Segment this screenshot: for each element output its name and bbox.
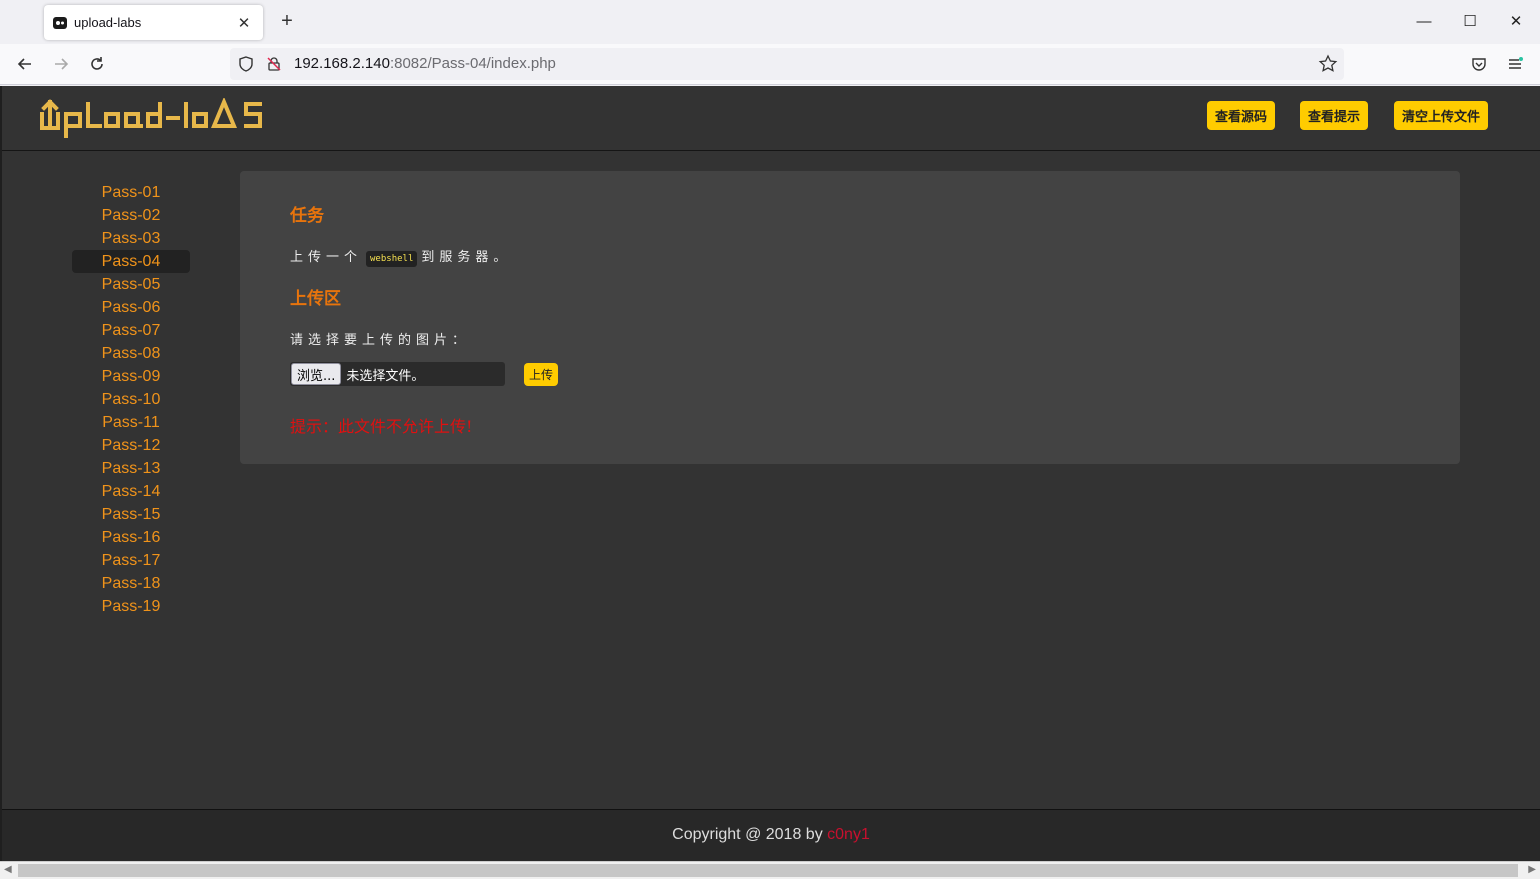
upload-prompt: 请选择要上传的图片：	[290, 333, 471, 348]
tracking-shield-icon[interactable]	[238, 56, 254, 77]
sidebar-item-pass-17[interactable]: Pass-17	[72, 549, 190, 572]
sidebar-item-pass-01[interactable]: Pass-01	[72, 181, 190, 204]
task-panel: 任务 上传一个 webshell 到服务器。 上传区 请选择要上传的图片： 浏览..…	[240, 171, 1460, 464]
clear-uploads-button[interactable]: 清空上传文件	[1394, 101, 1489, 130]
error-hint: 提示：此文件不允许上传!	[290, 417, 473, 436]
upload-area-title: 上传区	[290, 289, 341, 309]
author-link[interactable]: c0ny1	[827, 826, 870, 843]
site-footer: Copyright @ 2018 by c0ny1	[2, 809, 1540, 861]
window-close-button[interactable]: ✕	[1504, 10, 1528, 34]
sidebar-item-pass-10[interactable]: Pass-10	[72, 388, 190, 411]
url-path: :8082/Pass-04/index.php	[389, 55, 556, 72]
pass-sidebar: Pass-01 Pass-02 Pass-03 Pass-04 Pass-05 …	[72, 181, 190, 618]
browser-tab-bar: upload-labs ✕ + — ☐ ✕	[0, 0, 1540, 44]
browser-nav-bar: 192.168.2.140:8082/Pass-04/index.php	[0, 44, 1540, 85]
pocket-icon[interactable]	[1467, 52, 1491, 76]
minimize-button[interactable]: —	[1412, 10, 1436, 34]
sidebar-item-pass-06[interactable]: Pass-06	[72, 296, 190, 319]
address-bar[interactable]: 192.168.2.140:8082/Pass-04/index.php	[230, 48, 1344, 80]
back-arrow-icon[interactable]	[13, 52, 37, 76]
sidebar-item-pass-15[interactable]: Pass-15	[72, 503, 190, 526]
sidebar-item-pass-04[interactable]: Pass-04	[72, 250, 190, 273]
view-hint-button[interactable]: 查看提示	[1300, 101, 1369, 130]
sidebar-item-pass-13[interactable]: Pass-13	[72, 457, 190, 480]
webshell-code: webshell	[366, 251, 418, 267]
sidebar-item-pass-07[interactable]: Pass-07	[72, 319, 190, 342]
sidebar-item-pass-16[interactable]: Pass-16	[72, 526, 190, 549]
sidebar-item-pass-03[interactable]: Pass-03	[72, 227, 190, 250]
url-text: 192.168.2.140:8082/Pass-04/index.php	[294, 55, 556, 72]
view-source-button[interactable]: 查看源码	[1207, 101, 1276, 130]
upload-button[interactable]: 上传	[524, 363, 559, 386]
sidebar-item-pass-19[interactable]: Pass-19	[72, 595, 190, 618]
scrollbar-thumb[interactable]	[18, 864, 1518, 877]
sidebar-item-pass-14[interactable]: Pass-14	[72, 480, 190, 503]
upload-labs-logo-icon	[40, 96, 262, 138]
task-title: 任务	[290, 206, 324, 226]
horizontal-scrollbar[interactable]: ◀ ▶	[0, 861, 1540, 879]
sidebar-item-pass-09[interactable]: Pass-09	[72, 365, 190, 388]
bookmark-star-icon[interactable]	[1318, 54, 1338, 79]
scroll-left-icon[interactable]: ◀	[4, 864, 12, 875]
site-logo[interactable]	[38, 96, 268, 143]
sidebar-item-pass-18[interactable]: Pass-18	[72, 572, 190, 595]
file-input[interactable]: 浏览... 未选择文件。	[290, 362, 505, 386]
tab-close-icon[interactable]: ✕	[235, 14, 253, 32]
sidebar-item-pass-12[interactable]: Pass-12	[72, 434, 190, 457]
forward-arrow-icon[interactable]	[49, 52, 73, 76]
reload-icon[interactable]	[85, 52, 109, 76]
app-menu-icon[interactable]	[1503, 52, 1527, 76]
maximize-button[interactable]: ☐	[1458, 10, 1482, 34]
browser-tab[interactable]: upload-labs ✕	[44, 5, 263, 40]
url-host: 192.168.2.140	[294, 55, 390, 72]
no-file-selected-text: 未选择文件。	[346, 368, 425, 384]
scroll-right-icon[interactable]: ▶	[1528, 864, 1536, 875]
task-description: 上传一个 webshell 到服务器。	[290, 246, 1410, 267]
sidebar-item-pass-08[interactable]: Pass-08	[72, 342, 190, 365]
sidebar-item-pass-02[interactable]: Pass-02	[72, 204, 190, 227]
tab-title: upload-labs	[74, 15, 142, 30]
sidebar-item-pass-05[interactable]: Pass-05	[72, 273, 190, 296]
browse-button[interactable]: 浏览...	[291, 363, 342, 385]
sidebar-item-pass-11[interactable]: Pass-11	[72, 411, 190, 434]
site-favicon-icon	[52, 15, 68, 31]
page-body: 查看源码 查看提示 清空上传文件 Pass-01 Pass-02 Pass-03…	[0, 86, 1540, 861]
insecure-lock-icon[interactable]	[266, 56, 282, 77]
task-text-before: 上传一个	[290, 250, 363, 265]
task-text-after: 到服务器。	[421, 250, 512, 265]
site-header: 查看源码 查看提示 清空上传文件	[2, 86, 1540, 151]
new-tab-button[interactable]: +	[276, 11, 298, 33]
copyright-text: Copyright @ 2018 by	[672, 826, 828, 843]
